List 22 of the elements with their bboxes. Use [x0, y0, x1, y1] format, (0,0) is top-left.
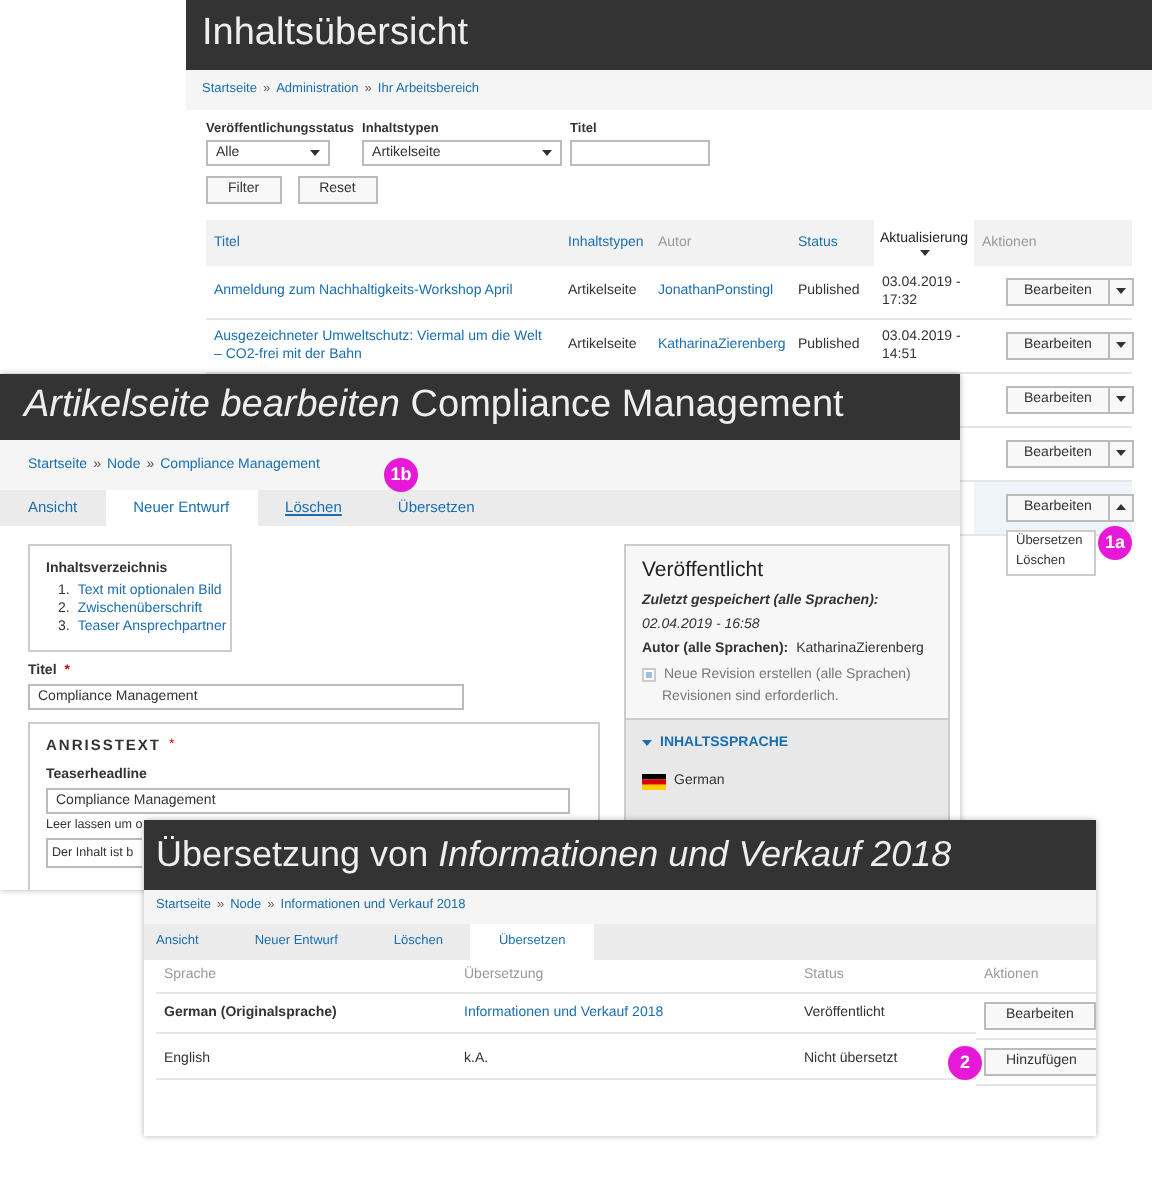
panel-heading: Veröffentlicht — [642, 558, 766, 586]
dropdown-toggle[interactable] — [1109, 331, 1134, 360]
caret-icon — [1115, 504, 1126, 511]
window-title: Übersetzung von Informationen und Verkauf 2018 — [156, 831, 952, 878]
window-title: Inhaltsübersicht — [202, 10, 469, 59]
dropdown-toggle[interactable] — [1109, 493, 1134, 522]
sort-icon — [919, 249, 929, 256]
caret-icon — [1115, 288, 1126, 295]
step-badge: 2 — [948, 1046, 982, 1080]
input-field[interactable] — [570, 140, 711, 166]
dropdown-toggle[interactable] — [1109, 439, 1134, 468]
dropdown-toggle[interactable] — [1109, 277, 1134, 306]
caret-icon — [310, 150, 320, 156]
caret-icon — [1115, 450, 1126, 457]
flag-icon — [642, 773, 666, 790]
step-badge: 1a — [1098, 526, 1132, 560]
caret-icon — [642, 740, 652, 747]
caret-icon — [542, 150, 553, 156]
dropdown-toggle[interactable] — [1109, 385, 1134, 414]
caret-icon — [1115, 342, 1126, 349]
window-title: Artikelseite bearbeiten Compliance Management — [24, 382, 844, 431]
caret-icon — [1115, 396, 1126, 403]
